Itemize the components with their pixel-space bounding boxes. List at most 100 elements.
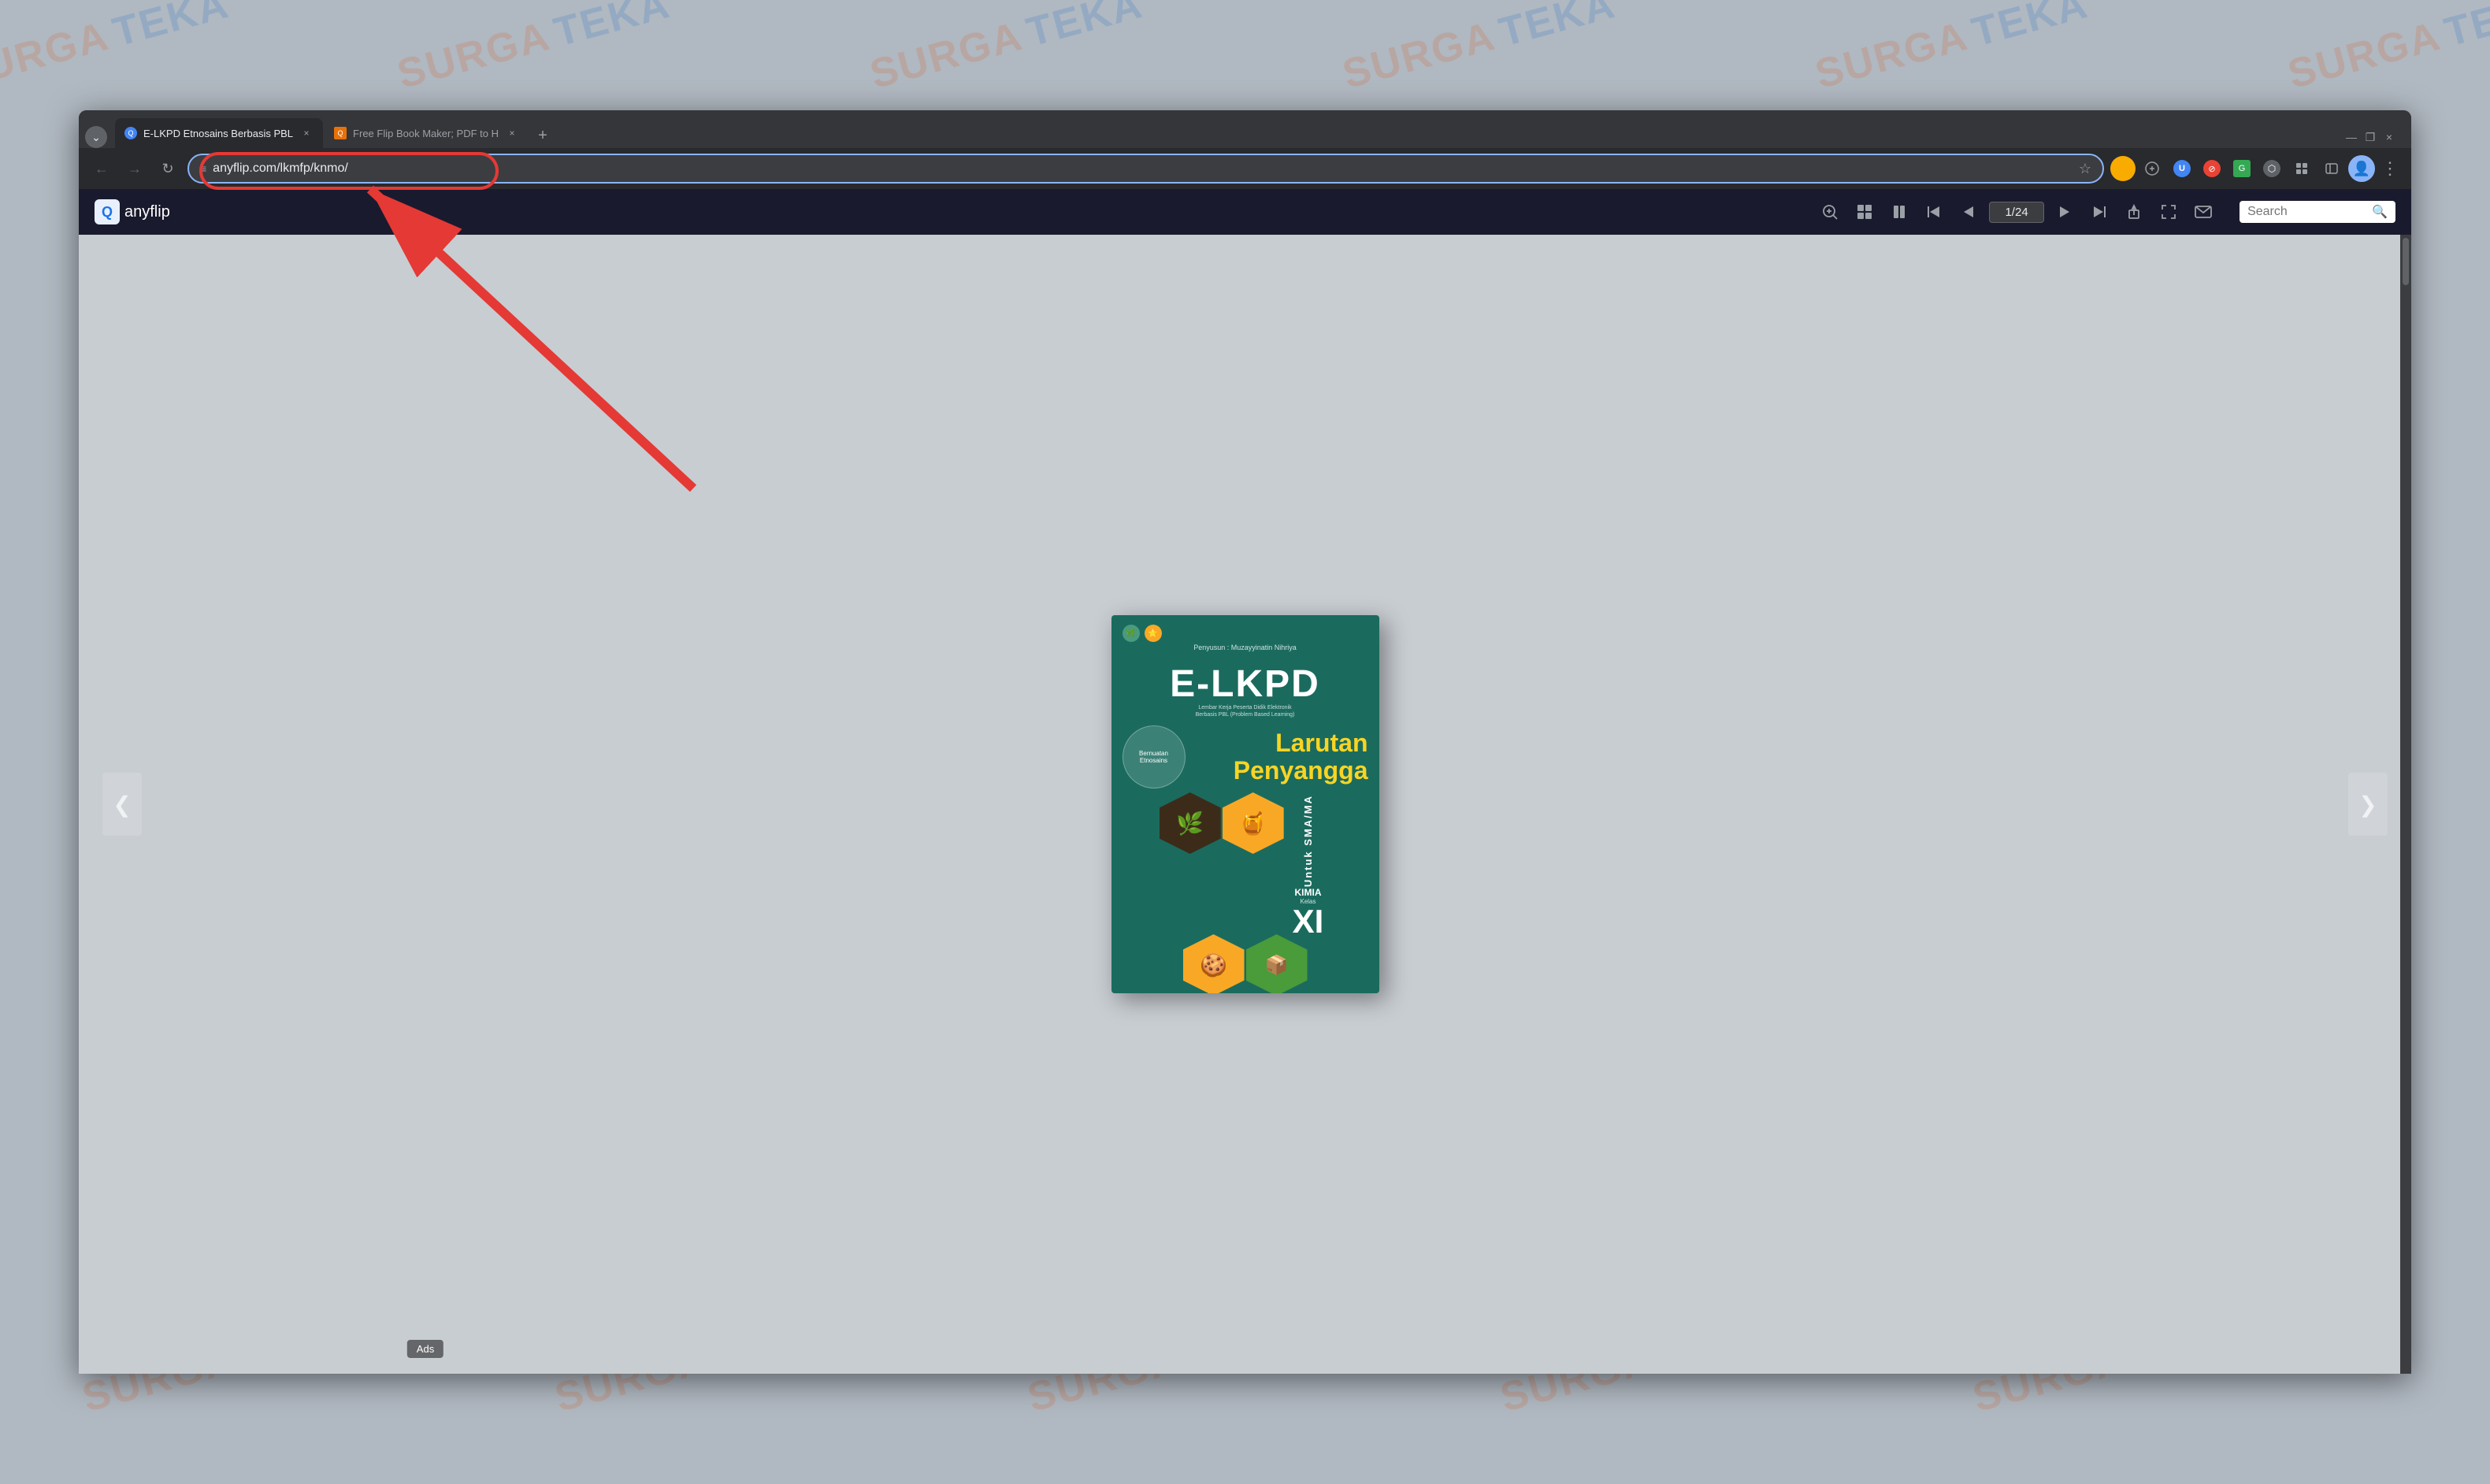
fullscreen-button[interactable] [2154, 198, 2183, 226]
bookmark-star-icon[interactable]: ☆ [2079, 161, 2091, 177]
tab2-favicon: Q [334, 127, 347, 139]
book-xi-label: XI [1293, 905, 1324, 938]
address-input[interactable] [213, 161, 2073, 176]
watermark-text: SURGA [0, 13, 114, 98]
page-indicator[interactable]: 1/24 [1989, 202, 2044, 223]
next-page-button[interactable] [2050, 198, 2079, 226]
book-hex-2: 🍯 [1225, 795, 1282, 851]
browser-menu-dots-button[interactable]: ⋮ [2378, 155, 2402, 182]
watermark-text: TEKA [549, 0, 675, 57]
tab1-favicon: Q [124, 127, 137, 139]
search-input[interactable] [2247, 205, 2366, 219]
browser-menu-button[interactable]: ⌄ [85, 126, 107, 148]
anyflip-logo-icon: Q [95, 199, 120, 224]
scrollbar-thumb[interactable] [2403, 238, 2409, 285]
profile-button[interactable]: 👤 [2348, 155, 2375, 182]
book-title-area: E-LKPD Lembar Kerja Peserta Didik Elektr… [1111, 662, 1379, 725]
zoom-in-button[interactable] [1816, 198, 1844, 226]
book-main-title1: Larutan [1234, 729, 1368, 757]
tab1-title: E-LKPD Etnosains Berbasis PBL [143, 128, 293, 139]
window-controls: — ❐ × [2345, 131, 2405, 148]
extension-button-ublock[interactable]: U [2169, 155, 2195, 182]
book-untuk-label: Untuk SMA/MA [1302, 795, 1314, 887]
book-cover: 🌿 ⭐ Penyusun : Muzayyinatin Nihriya E-LK… [1111, 615, 1379, 993]
watermark-text: TEKA [1022, 0, 1148, 57]
extensions-area: U ⊘ G ⬡ 👤 ⋮ [2110, 155, 2402, 182]
search-icon[interactable]: 🔍 [2372, 204, 2388, 220]
back-button[interactable]: ← [88, 155, 115, 182]
next-page-nav-arrow[interactable]: ❯ [2348, 773, 2388, 836]
page-badge: Ads [407, 1340, 443, 1358]
forward-button[interactable]: → [121, 155, 148, 182]
book-hex-1: 🌿 [1162, 795, 1219, 851]
book-icon-2: ⭐ [1145, 625, 1162, 642]
book-icons-row: 🌿 ⭐ [1123, 625, 1368, 642]
book-main-row: Bernuatan Etnosains Larutan Penyangga [1111, 725, 1379, 788]
prev-page-button[interactable] [1954, 198, 1983, 226]
email-button[interactable] [2189, 198, 2217, 226]
tab2-title: Free Flip Book Maker; PDF to H [353, 128, 499, 139]
tab-flipbook[interactable]: Q Free Flip Book Maker; PDF to H × [325, 118, 529, 148]
browser-window: ⌄ Q E-LKPD Etnosains Berbasis PBL × Q Fr… [79, 110, 2411, 1374]
reload-button[interactable]: ↻ [154, 155, 181, 182]
book-hexagons-row-2: 🍪 📦 [1111, 937, 1379, 993]
book-hex-4: 📦 [1249, 937, 1305, 993]
share-button[interactable] [2120, 198, 2148, 226]
watermark-text: SURGA [392, 13, 555, 98]
watermark-text: SURGA [2283, 13, 2446, 98]
address-icon: ≡ [200, 162, 206, 175]
book-subtitle1: Lembar Kerja Peserta Didik Elektronik [1119, 705, 1371, 710]
book-hexagons-row: 🌿 🍯 Untuk SMA/MA KIMIA Kelas [1111, 788, 1379, 944]
book-cover-wrapper: 🌿 ⭐ Penyusun : Muzayyinatin Nihriya E-LK… [1111, 615, 1379, 993]
anyflip-toolbar: Q anyflip [79, 189, 2411, 235]
watermark-text: TEKA [1967, 0, 2093, 57]
tab1-close-button[interactable]: × [299, 126, 314, 140]
close-window-button[interactable]: × [2383, 131, 2395, 143]
search-box[interactable]: 🔍 [2240, 201, 2395, 223]
watermark-text: TEKA [2440, 0, 2490, 57]
extension-button-1[interactable] [2139, 155, 2165, 182]
book-kimia-section: Untuk SMA/MA KIMIA Kelas XI [1288, 795, 1329, 938]
book-badge-line2: Etnosains [1140, 757, 1167, 764]
book-cover-top: 🌿 ⭐ Penyusun : Muzayyinatin Nihriya [1111, 615, 1379, 662]
address-bar[interactable]: ≡ ☆ [187, 154, 2104, 184]
extension-avatar[interactable] [2110, 156, 2136, 181]
book-hex-3: 🍪 [1186, 937, 1242, 993]
tab-bar: ⌄ Q E-LKPD Etnosains Berbasis PBL × Q Fr… [79, 110, 2411, 148]
book-icon-1: 🌿 [1123, 625, 1140, 642]
grid-view-button[interactable] [1850, 198, 1879, 226]
book-author: Penyusun : Muzayyinatin Nihriya [1123, 644, 1368, 651]
watermark-text: SURGA [1810, 13, 1973, 98]
extensions-puzzle-button[interactable] [2288, 155, 2315, 182]
extension-button-5[interactable]: ⬡ [2258, 155, 2285, 182]
anyflip-logo[interactable]: Q anyflip [95, 199, 170, 224]
book-kimia-label: KIMIA [1295, 887, 1322, 898]
tab-elkkpd[interactable]: Q E-LKPD Etnosains Berbasis PBL × [115, 118, 323, 148]
book-main-title2: Penyangga [1234, 757, 1368, 785]
extension-button-3[interactable]: ⊘ [2199, 155, 2225, 182]
book-larutan-title: Larutan Penyangga [1234, 729, 1368, 785]
book-subtitle2: Berbasis PBL (Problem Based Learning) [1119, 712, 1371, 718]
browser-toolbar: ← → ↻ ≡ ☆ U ⊘ G ⬡ [79, 148, 2411, 189]
new-tab-button[interactable]: + [530, 123, 555, 148]
last-page-button[interactable] [2085, 198, 2113, 226]
viewer-area: ❮ 🌿 ⭐ Penyusun : Muzayyinatin Nihriya [79, 235, 2411, 1374]
content-area: Q anyflip [79, 189, 2411, 1374]
watermark-text: SURGA [865, 13, 1028, 98]
tab2-close-button[interactable]: × [505, 126, 519, 140]
book-badge-line1: Bernuatan [1139, 750, 1168, 757]
maximize-button[interactable]: ❐ [2364, 131, 2377, 143]
scrollbar[interactable] [2400, 235, 2411, 1374]
sidebar-button[interactable] [2318, 155, 2345, 182]
watermark-text: SURGA [1338, 13, 1501, 98]
watermark-text: TEKA [1494, 0, 1620, 57]
book-series-label: E-LKPD [1119, 666, 1371, 703]
minimize-button[interactable]: — [2345, 131, 2358, 143]
anyflip-logo-text: anyflip [124, 203, 170, 221]
first-page-button[interactable] [1920, 198, 1948, 226]
anyflip-controls: 1/24 [1816, 198, 2395, 226]
page-view-button[interactable] [1885, 198, 1913, 226]
prev-page-nav-arrow[interactable]: ❮ [102, 773, 142, 836]
watermark-text: TEKA [108, 0, 234, 57]
extension-button-4[interactable]: G [2228, 155, 2255, 182]
